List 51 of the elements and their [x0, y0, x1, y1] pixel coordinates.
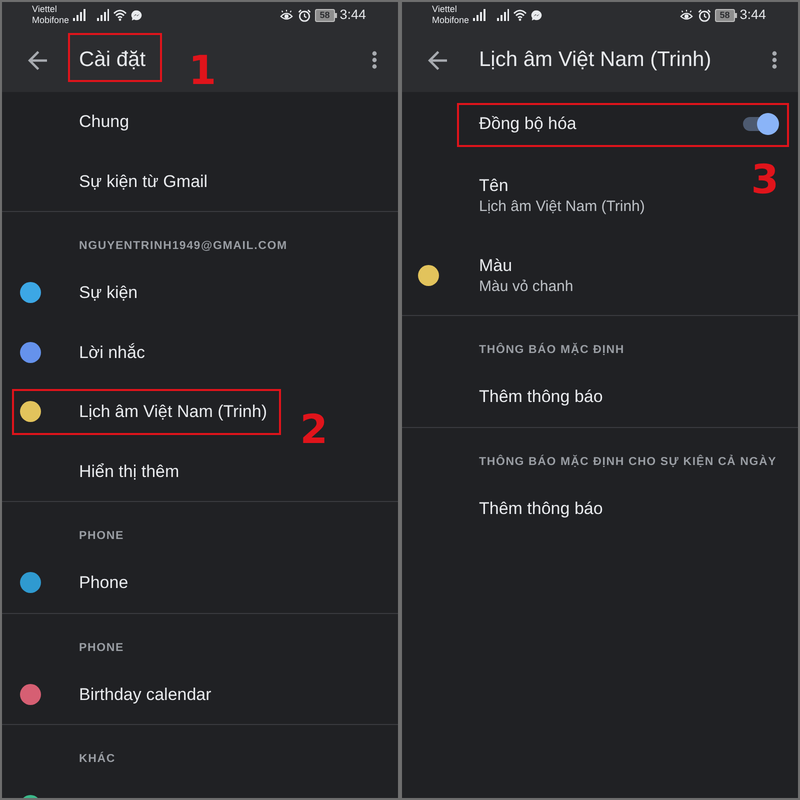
signal-icon — [473, 9, 486, 21]
more-vertical-icon — [772, 51, 776, 69]
status-time: 3:44 — [740, 7, 766, 23]
list-item-label[interactable]: Thêm thông báo — [479, 386, 603, 408]
alarm-clock-icon — [298, 8, 311, 22]
alarm-clock-icon — [698, 8, 711, 22]
list-item-label[interactable]: Chung — [79, 111, 130, 132]
section-header: THÔNG BÁO MẶC ĐỊNH CHO SỰ KIỆN CẢ NGÀY — [479, 454, 777, 470]
toggle-switch[interactable] — [743, 112, 779, 134]
carrier-name: Mobifone — [32, 15, 70, 26]
setting-label: Đồng bộ hóa — [479, 113, 576, 134]
signal-icon — [496, 9, 510, 21]
battery-indicator: 58 — [314, 8, 337, 22]
wifi-icon — [113, 9, 128, 21]
list-item-label[interactable]: Lời nhắc — [79, 342, 145, 363]
list-item-label[interactable]: Sự kiện từ Gmail — [79, 170, 208, 192]
screen-title: Cài đặt — [79, 48, 146, 72]
list-item-label[interactable]: Lịch âm Việt Nam (Trinh) — [79, 401, 267, 422]
signal-icon — [73, 9, 86, 21]
eye-icon — [680, 9, 693, 21]
section-header: KHÁC — [79, 751, 116, 767]
setting-value: Lịch âm Việt Nam (Trinh) — [479, 196, 645, 216]
chat-bubble-icon — [531, 10, 542, 20]
carrier-name: Viettel — [432, 4, 458, 15]
signal-icon — [96, 9, 110, 21]
setting-title[interactable]: Tên — [479, 174, 508, 196]
section-header: THÔNG BÁO MẶC ĐỊNH — [479, 342, 624, 358]
carrier-name: Mobifone — [432, 15, 470, 26]
list-item-label[interactable]: Hiển thị thêm — [79, 460, 180, 482]
list-item-label[interactable]: Sự kiện — [79, 282, 138, 304]
carrier-name: Viettel — [32, 4, 58, 15]
list-item-label[interactable]: Birthday calendar — [79, 684, 212, 705]
wifi-icon — [513, 9, 528, 21]
list-item-label[interactable]: Thêm thông báo — [479, 498, 603, 519]
section-header: NGUYENTRINH1949@GMAIL.COM — [79, 239, 288, 254]
step-number: 1 — [188, 51, 216, 91]
eye-icon — [280, 9, 293, 21]
section-header: PHONE — [79, 529, 124, 544]
status-time: 3:44 — [340, 7, 366, 23]
screen-title: Lịch âm Việt Nam (Trinh) — [479, 48, 712, 72]
arrow-left-icon — [28, 50, 46, 70]
battery-indicator: 58 — [714, 8, 737, 22]
more-vertical-icon — [372, 51, 376, 69]
list-item-label[interactable]: Phone — [79, 572, 128, 594]
section-header: PHONE — [79, 640, 124, 656]
chat-bubble-icon — [131, 10, 142, 20]
step-number: 3 — [751, 160, 779, 200]
step-number: 2 — [300, 410, 328, 450]
setting-title[interactable]: Màu — [479, 254, 512, 276]
arrow-left-icon — [428, 50, 446, 70]
setting-value: Màu vỏ chanh — [479, 276, 574, 296]
